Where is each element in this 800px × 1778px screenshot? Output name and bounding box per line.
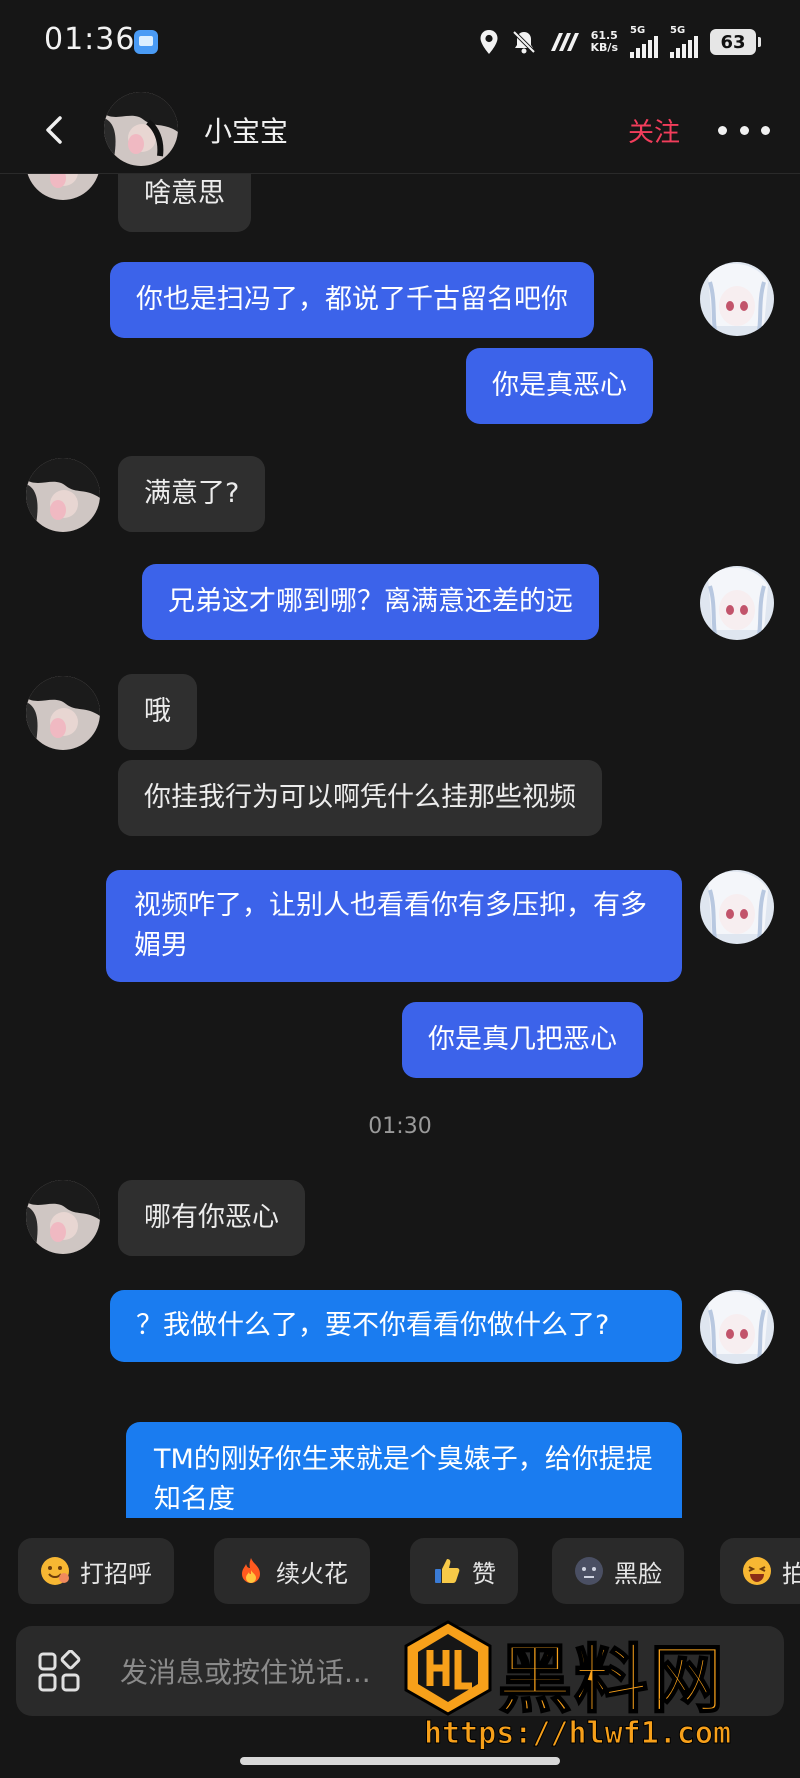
quick-reply-spark[interactable]: 续火花: [214, 1538, 370, 1604]
quick-reply-label: 打招呼: [80, 1559, 152, 1588]
contact-name: 小宝宝: [204, 115, 289, 148]
mute-bell-icon: [511, 29, 537, 55]
battery-icon: 63: [710, 29, 761, 55]
quick-reply-dark-face[interactable]: 黑脸: [552, 1538, 684, 1604]
timestamp: 01:30: [368, 1114, 432, 1139]
message-list[interactable]: 啥意思 你也是扫冯了，都说了千古留名吧你 你是真恶心 满意了? 兄弟这才哪到哪？…: [0, 174, 800, 1518]
location-icon: [479, 29, 499, 55]
contact-avatar[interactable]: [104, 92, 178, 166]
dot: [739, 125, 749, 135]
message-bubble-incoming[interactable]: 哦: [118, 674, 197, 750]
my-avatar[interactable]: [700, 870, 774, 944]
quick-reply-label: 黑脸: [614, 1559, 662, 1588]
contact-avatar-small[interactable]: [26, 458, 100, 532]
message-bubble-incoming[interactable]: 哪有你恶心: [118, 1180, 305, 1256]
message-bubble-outgoing[interactable]: 你是真几把恶心: [402, 1002, 643, 1078]
quick-reply-label: 续火花: [276, 1559, 348, 1588]
status-bar: 01:36 61.5 KB/s 5G 5G 63: [0, 0, 800, 86]
message-bubble-outgoing[interactable]: 视频咋了，让别人也看看你有多压抑，有多媚男: [106, 870, 682, 982]
sim2-signal-icon: 5G: [670, 26, 698, 58]
net-speed-unit: KB/s: [590, 41, 618, 54]
dot: [718, 125, 727, 135]
message-bubble-outgoing[interactable]: ？我做什么了，要不你看看你做什么了?: [110, 1290, 682, 1362]
message-bubble-outgoing[interactable]: 你也是扫冯了，都说了千古留名吧你: [110, 262, 594, 338]
more-options-button[interactable]: [718, 112, 770, 148]
apps-grid-icon[interactable]: [38, 1649, 82, 1694]
quick-reply-bar[interactable]: 打招呼 续火花 赞 黑脸 拍: [0, 1538, 800, 1608]
composer-bar: [16, 1626, 784, 1716]
contact-avatar-small[interactable]: [26, 174, 100, 200]
chat-screen: 01:36 61.5 KB/s 5G 5G 63 小宝宝 关注 啥意思 你也是扫…: [0, 0, 800, 1778]
thumbs-up-icon: [432, 1556, 462, 1586]
laughing-emoji-icon: [742, 1556, 772, 1586]
dot: [761, 125, 770, 135]
message-bubble-incoming[interactable]: 啥意思: [118, 174, 251, 232]
net-speed: 61.5 KB/s: [591, 30, 618, 54]
sim1-signal-icon: 5G: [630, 26, 658, 58]
message-bubble-outgoing[interactable]: 你是真恶心: [466, 348, 653, 424]
fire-icon: [236, 1556, 266, 1586]
my-avatar[interactable]: [700, 262, 774, 336]
contact-avatar-small[interactable]: [26, 676, 100, 750]
watermark-url: https://hlwf1.com: [423, 1716, 732, 1752]
chevron-left-icon: [46, 116, 62, 144]
message-bubble-incoming[interactable]: 满意了?: [118, 456, 266, 532]
quick-reply-greet[interactable]: 打招呼: [18, 1538, 174, 1604]
quick-reply-label: 拍: [782, 1559, 800, 1588]
message-bubble-incoming[interactable]: 你挂我行为可以啊凭什么挂那些视频: [118, 760, 602, 836]
status-time: 01:36: [44, 22, 136, 57]
message-input[interactable]: [120, 1650, 580, 1694]
notification-app-icon: [134, 30, 158, 54]
message-bubble-outgoing[interactable]: 兄弟这才哪到哪？离满意还差的远: [142, 564, 599, 640]
signal-boost-icon: [549, 31, 579, 53]
home-indicator[interactable]: [240, 1757, 560, 1765]
my-avatar[interactable]: [700, 1290, 774, 1364]
back-button[interactable]: [34, 108, 78, 152]
chat-header: 小宝宝 关注: [0, 86, 800, 174]
my-avatar[interactable]: [700, 566, 774, 640]
wave-emoji-icon: [40, 1556, 70, 1586]
follow-button[interactable]: 关注: [628, 112, 680, 149]
message-bubble-outgoing[interactable]: TM的刚好你生来就是个臭婊子，给你提提知名度: [126, 1422, 682, 1518]
status-icons: 61.5 KB/s 5G 5G 63: [479, 24, 761, 60]
contact-avatar-small[interactable]: [26, 1180, 100, 1254]
sim2-label: 5G: [670, 25, 686, 36]
quick-reply-like[interactable]: 赞: [410, 1538, 518, 1604]
dark-face-icon: [574, 1556, 604, 1586]
quick-reply-pat[interactable]: 拍: [720, 1538, 800, 1604]
sim1-label: 5G: [630, 25, 646, 36]
quick-reply-label: 赞: [472, 1559, 496, 1588]
